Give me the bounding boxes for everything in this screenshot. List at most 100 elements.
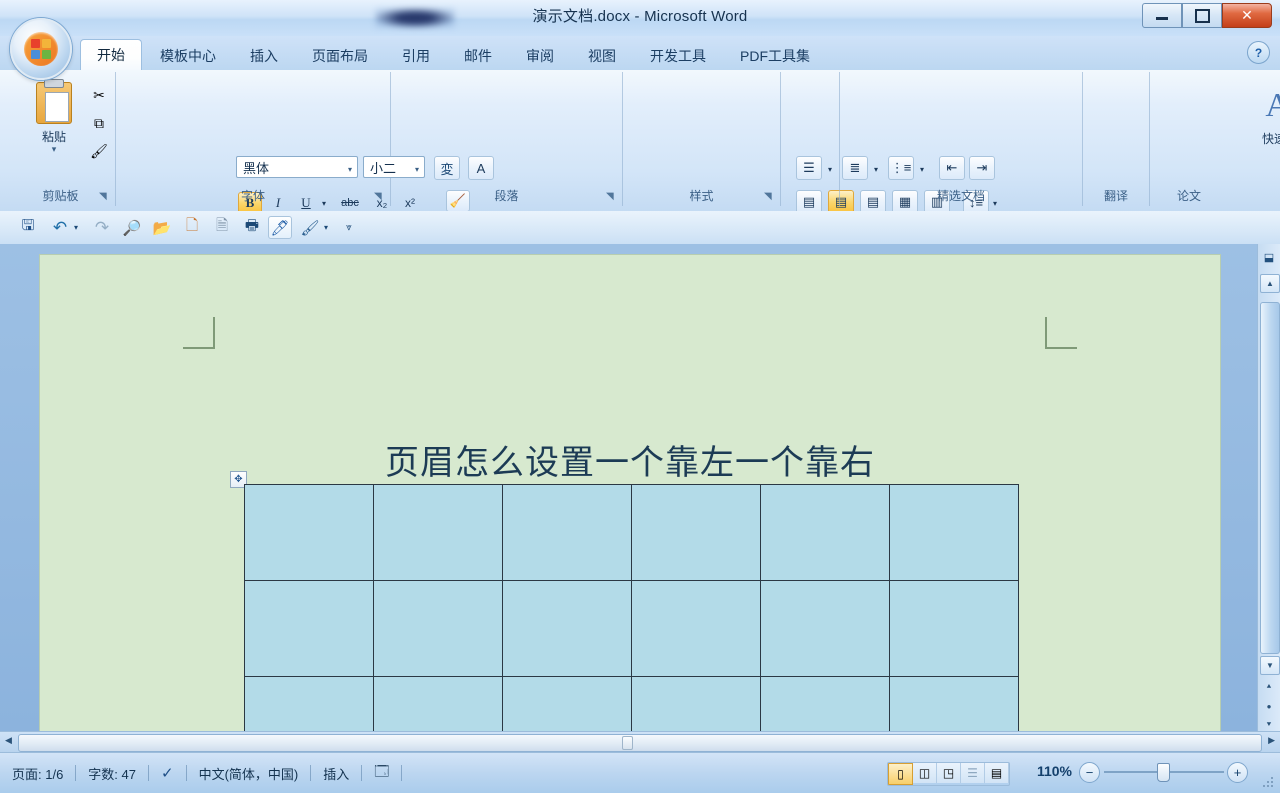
previous-page-button[interactable]: ⯅ (1260, 678, 1278, 695)
table-cell[interactable] (373, 580, 503, 677)
font-dialog-launcher[interactable]: ◥ (374, 191, 385, 202)
draft-view-button[interactable]: ▤ (985, 763, 1009, 783)
zoom-slider-thumb[interactable] (1157, 763, 1170, 782)
select-browse-object-button[interactable]: ● (1260, 698, 1278, 715)
cut-button[interactable]: ✂ (86, 82, 112, 108)
table-cell[interactable] (244, 676, 374, 731)
vertical-scroll-thumb[interactable] (1260, 302, 1280, 654)
highlight-dropdown-button[interactable]: ▾ (320, 216, 332, 239)
table-cell[interactable] (373, 676, 503, 731)
tab-pdf-tools[interactable]: PDF工具集 (724, 43, 826, 70)
paragraph-dialog-launcher[interactable]: ◥ (606, 191, 617, 202)
table-cell[interactable] (760, 484, 890, 581)
minimize-button[interactable] (1142, 3, 1182, 28)
undo-button[interactable]: ↶ (48, 216, 72, 239)
help-button[interactable]: ? (1247, 41, 1270, 64)
table-cell[interactable] (889, 580, 1019, 677)
web-layout-view-button[interactable]: ◳ (937, 763, 961, 783)
table-cell[interactable] (502, 484, 632, 581)
highlight-tool-button[interactable]: 🖌 (298, 216, 322, 239)
word-window: 演示文档.docx - Microsoft Word ✕ 开始 模板中心 插入 … (0, 0, 1280, 793)
view-buttons: ▯ ◫ ◳ ☰ ▤ (887, 762, 1010, 786)
scroll-left-button[interactable]: ◀ (5, 735, 12, 746)
save-button[interactable]: 🖫 (16, 216, 40, 239)
table-cell[interactable] (502, 580, 632, 677)
window-resize-grip[interactable] (1263, 777, 1275, 789)
copy-button[interactable]: ⧉ (86, 110, 112, 136)
ribbon: 粘贴 ▾ ✂ ⧉ 🖌 剪贴板 ◥ 黑体 ▾ 小二 ▾ 変 A B I U ▾ a… (0, 70, 1280, 246)
table-cell[interactable] (760, 580, 890, 677)
scroll-down-button[interactable]: ▼ (1260, 656, 1280, 675)
style-tool-button[interactable]: 🖊 (268, 216, 292, 239)
table-row[interactable] (244, 580, 1019, 677)
table-cell[interactable] (889, 484, 1019, 581)
quick-styles-icon: A✎ (1265, 87, 1280, 124)
tab-home[interactable]: 开始 (80, 39, 142, 70)
split-bar-icon[interactable]: ⬓ (1261, 249, 1277, 265)
font-name-combo[interactable]: 黑体 ▾ (236, 156, 358, 178)
office-logo-icon (24, 32, 58, 66)
paste-button[interactable]: 粘贴 ▾ (26, 79, 82, 168)
outline-view-button[interactable]: ☰ (961, 763, 985, 783)
tab-review[interactable]: 审阅 (510, 43, 570, 70)
scroll-right-button[interactable]: ▶ (1268, 735, 1275, 746)
zoom-out-button[interactable]: − (1079, 762, 1100, 783)
table-cell[interactable] (889, 676, 1019, 731)
office-button[interactable] (10, 18, 72, 80)
scroll-up-button[interactable]: ▲ (1260, 274, 1280, 293)
redo-button[interactable]: ↷ (90, 216, 114, 239)
styles-dialog-launcher[interactable]: ◥ (764, 191, 775, 202)
table-cell[interactable] (244, 580, 374, 677)
quick-styles-button[interactable]: A✎ 快速样式 ▾ (1251, 82, 1280, 174)
table-cell[interactable] (760, 676, 890, 731)
table-cell[interactable] (631, 484, 761, 581)
vertical-scrollbar[interactable]: ⬓ ▲ ▼ ⯅ ● ⯆ (1257, 244, 1280, 731)
document-page[interactable]: 页眉怎么设置一个靠左一个靠右 ✥ (40, 255, 1220, 731)
undo-dropdown-button[interactable]: ▾ (70, 216, 82, 239)
print-layout-view-button[interactable]: ▯ (888, 763, 913, 785)
table-cell[interactable] (631, 676, 761, 731)
paste-dropdown-icon[interactable]: ▾ (52, 145, 57, 154)
tab-page-layout[interactable]: 页面布局 (296, 43, 384, 70)
macro-record-button[interactable]: 🗔 (362, 761, 401, 785)
clipboard-dialog-launcher[interactable]: ◥ (99, 191, 110, 202)
close-button[interactable]: ✕ (1222, 3, 1272, 28)
toolbar-overflow-button[interactable]: ⩔ (342, 216, 356, 239)
window-title: 演示文档.docx - Microsoft Word (532, 8, 748, 25)
restore-button[interactable] (1182, 3, 1222, 28)
page-indicator[interactable]: 页面: 1/6 (0, 764, 75, 783)
horizontal-scrollbar[interactable]: ◀ ▶ (0, 731, 1280, 753)
open-button[interactable]: 📂 (150, 216, 174, 239)
tab-view[interactable]: 视图 (572, 43, 632, 70)
tab-insert[interactable]: 插入 (234, 43, 294, 70)
insert-mode-indicator[interactable]: 插入 (311, 764, 361, 783)
language-indicator[interactable]: 中文(简体，中国) (187, 764, 311, 783)
zoom-level-label[interactable]: 110% (1037, 763, 1072, 779)
save-as-button[interactable]: 🗋 (180, 216, 204, 239)
table-cell[interactable] (502, 676, 632, 731)
full-screen-reading-view-button[interactable]: ◫ (913, 763, 937, 783)
document-table[interactable] (244, 484, 1019, 731)
table-cell[interactable] (373, 484, 503, 581)
document-area: 页眉怎么设置一个靠左一个靠右 ✥ (0, 244, 1280, 731)
tab-references[interactable]: 引用 (386, 43, 446, 70)
table-row[interactable] (244, 676, 1019, 731)
word-count-indicator[interactable]: 字数: 47 (76, 764, 148, 783)
table-cell[interactable] (244, 484, 374, 581)
proofing-status-icon[interactable]: ✓ (149, 764, 186, 782)
table-row[interactable] (244, 484, 1019, 581)
horizontal-scroll-thumb[interactable] (622, 736, 633, 750)
zoom-in-button[interactable]: + (1227, 762, 1248, 783)
new-document-button[interactable]: 🗎 (210, 216, 234, 239)
font-group-label: 字体 (240, 189, 265, 203)
table-cell[interactable] (631, 580, 761, 677)
font-name-dropdown-icon[interactable]: ▾ (348, 165, 352, 174)
format-painter-button[interactable]: 🖌 (86, 138, 112, 164)
print-button[interactable]: 🖶 (240, 216, 264, 239)
document-heading[interactable]: 页眉怎么设置一个靠左一个靠右 (40, 435, 1220, 484)
print-preview-button[interactable]: 🔎 (120, 216, 144, 239)
tab-template-center[interactable]: 模板中心 (144, 43, 232, 70)
horizontal-scroll-track[interactable] (18, 734, 1262, 752)
tab-developer[interactable]: 开发工具 (634, 43, 722, 70)
tab-mailings[interactable]: 邮件 (448, 43, 508, 70)
